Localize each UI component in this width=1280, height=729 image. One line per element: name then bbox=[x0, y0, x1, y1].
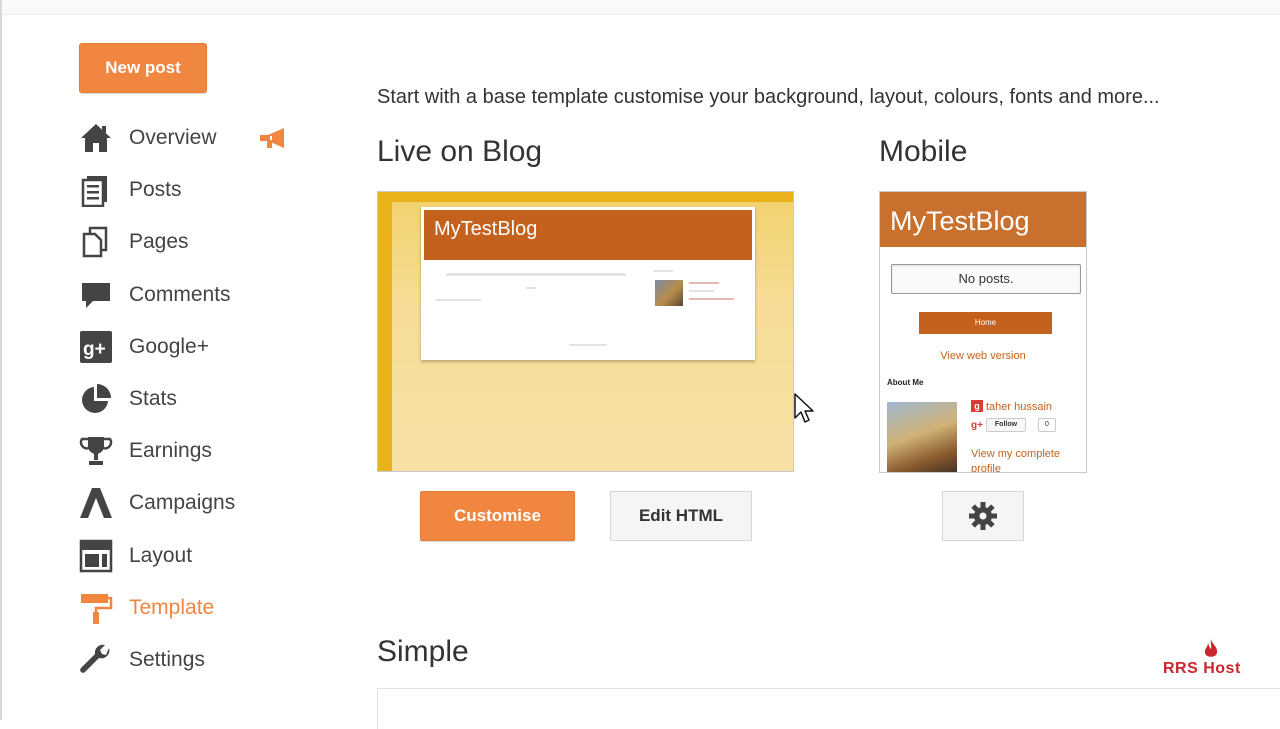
google-plus-icon: g+ bbox=[78, 329, 114, 365]
preview-nav-bar bbox=[392, 192, 793, 202]
layout-icon bbox=[78, 538, 114, 574]
follow-button: Follow bbox=[986, 418, 1026, 432]
about-me-heading: About Me bbox=[887, 378, 924, 387]
google-plus-small-icon: g+ bbox=[971, 420, 983, 431]
top-bar bbox=[0, 0, 1280, 15]
sidebar-item-earnings[interactable]: Earnings bbox=[78, 425, 308, 477]
sidebar-item-stats[interactable]: Stats bbox=[78, 373, 308, 425]
live-blog-preview[interactable]: MyTestBlog bbox=[377, 191, 794, 472]
follow-count: 0 bbox=[1038, 418, 1056, 432]
new-post-button[interactable]: New post bbox=[79, 43, 207, 93]
sidebar-item-label: Stats bbox=[129, 387, 177, 411]
preview-text-line bbox=[436, 299, 481, 301]
no-posts-box: No posts. bbox=[891, 264, 1081, 294]
wrench-icon bbox=[78, 642, 114, 678]
sidebar-item-label: Settings bbox=[129, 647, 205, 671]
flame-icon bbox=[1204, 639, 1218, 657]
mobile-home-button: Home bbox=[919, 312, 1052, 334]
profile-photo bbox=[887, 402, 957, 472]
preview-text-line bbox=[526, 287, 536, 289]
author-name-link: taher hussain bbox=[986, 401, 1053, 413]
sidebar-item-comments[interactable]: Comments bbox=[78, 269, 308, 321]
rrs-host-logo: RRS Host bbox=[1163, 638, 1263, 678]
sidebar-item-google-plus[interactable]: g+ Google+ bbox=[78, 321, 308, 373]
mouse-cursor-icon bbox=[794, 393, 814, 423]
sidebar-item-settings[interactable]: Settings bbox=[78, 634, 308, 686]
sidebar-item-label: Overview bbox=[129, 126, 217, 150]
preview-side-bar bbox=[378, 192, 392, 471]
preview-profile-thumbnail bbox=[655, 280, 683, 306]
sidebar-item-label: Comments bbox=[129, 282, 231, 306]
preview-text-line bbox=[689, 298, 734, 300]
pages-icon bbox=[78, 224, 114, 260]
intro-text: Start with a base template customise you… bbox=[377, 86, 1160, 108]
sidebar-item-label: Earnings bbox=[129, 439, 212, 463]
sidebar-item-label: Pages bbox=[129, 230, 189, 254]
megaphone-icon bbox=[260, 128, 284, 148]
view-web-version-link: View web version bbox=[940, 350, 1026, 362]
google-plus-badge-icon: g bbox=[971, 400, 983, 412]
stats-pie-icon bbox=[78, 381, 114, 417]
preview-text-line bbox=[569, 344, 607, 346]
mobile-blog-preview[interactable]: MyTestBlog No posts. Home View web versi… bbox=[879, 191, 1087, 473]
home-icon bbox=[78, 120, 114, 156]
sidebar-item-layout[interactable]: Layout bbox=[78, 530, 308, 582]
view-profile-link: View my complete profile bbox=[971, 448, 1061, 473]
sidebar-nav: Overview Posts Pages Comments g+ Google+… bbox=[78, 112, 308, 686]
window-edge bbox=[0, 0, 2, 720]
simple-template-panel bbox=[377, 688, 1280, 729]
preview-text-line bbox=[653, 270, 673, 272]
gear-icon bbox=[969, 502, 997, 530]
preview-post-bar bbox=[446, 273, 626, 276]
simple-section-title: Simple bbox=[377, 635, 469, 668]
live-section-title: Live on Blog bbox=[377, 135, 543, 168]
sidebar-item-overview[interactable]: Overview bbox=[78, 112, 308, 164]
preview-blog-page: MyTestBlog bbox=[421, 207, 755, 360]
sidebar-item-label: Google+ bbox=[129, 334, 209, 358]
mobile-settings-button[interactable] bbox=[942, 491, 1024, 541]
sidebar-item-label: Template bbox=[129, 595, 215, 619]
preview-blog-header: MyTestBlog bbox=[424, 210, 752, 260]
sidebar-item-posts[interactable]: Posts bbox=[78, 164, 308, 216]
mobile-section-title: Mobile bbox=[879, 135, 968, 168]
adwords-icon bbox=[78, 485, 114, 521]
preview-text-line bbox=[689, 290, 714, 292]
preview-text-line bbox=[689, 282, 719, 284]
sidebar-item-label: Layout bbox=[129, 543, 193, 567]
trophy-icon bbox=[78, 433, 114, 469]
sidebar-item-pages[interactable]: Pages bbox=[78, 216, 308, 268]
customise-button[interactable]: Customise bbox=[420, 491, 575, 541]
svg-text:g+: g+ bbox=[83, 339, 106, 360]
posts-icon bbox=[78, 172, 114, 208]
comments-icon bbox=[78, 277, 114, 313]
sidebar-item-campaigns[interactable]: Campaigns bbox=[78, 477, 308, 529]
mobile-blog-header: MyTestBlog bbox=[880, 192, 1086, 247]
sidebar-item-label: Campaigns bbox=[129, 491, 236, 515]
paint-roller-icon bbox=[78, 590, 114, 626]
sidebar-item-label: Posts bbox=[129, 178, 182, 202]
sidebar-item-template[interactable]: Template bbox=[78, 582, 308, 634]
edit-html-button[interactable]: Edit HTML bbox=[610, 491, 752, 541]
